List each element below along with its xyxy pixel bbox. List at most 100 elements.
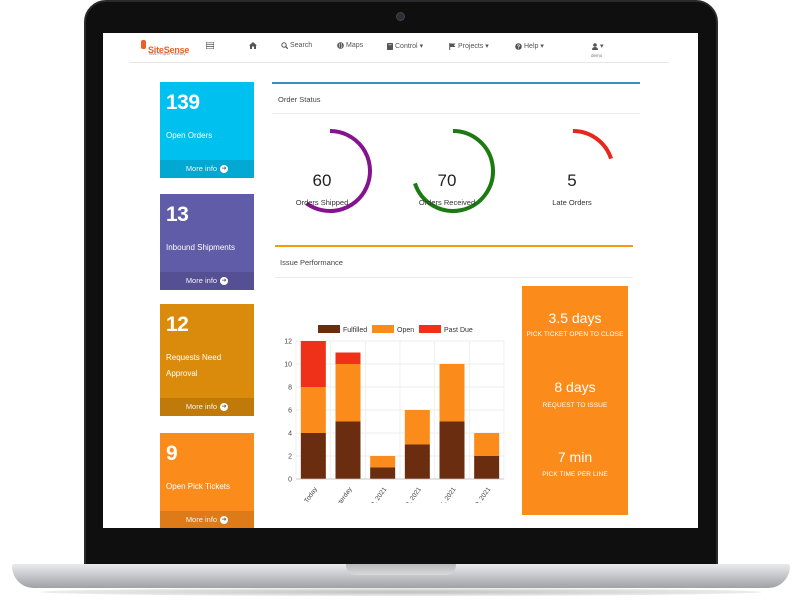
help-icon: ? [515, 42, 522, 50]
stat-label: Inbound Shipments [166, 243, 235, 252]
logo-tagline: Total Project Visibility [148, 51, 186, 56]
x-tick-label: Yesterday [331, 486, 354, 503]
nav-search[interactable]: Search [281, 42, 312, 49]
nav-search-label: Search [290, 42, 313, 49]
bar-segment [474, 456, 500, 479]
y-tick-label: 4 [288, 431, 292, 438]
search-icon [281, 42, 288, 49]
issue-performance-top-border [275, 245, 633, 247]
bar-segment [404, 444, 430, 479]
legend-swatch [372, 325, 394, 333]
svg-text:?: ? [517, 44, 520, 50]
stat-box-open-pick-tickets: 9 Open Pick Tickets More info ➜ [160, 433, 254, 528]
user-name: demo [591, 53, 603, 58]
logo[interactable]: SiteSense Total Project Visibility [141, 40, 189, 58]
bar-segment [370, 467, 396, 479]
bar-segment [370, 456, 396, 468]
stat-box-requests-need-approval: 12 Requests Need Approval More info ➜ [160, 304, 254, 416]
legend-swatch [318, 325, 340, 333]
bar-segment [335, 421, 361, 479]
x-tick-label: Today [303, 486, 319, 503]
metric-value: 3.5 days [548, 310, 602, 326]
bar-segment [300, 341, 326, 387]
nav-control[interactable]: Control ▾ [387, 42, 423, 50]
bar-segment [439, 364, 465, 422]
metric-label: REQUEST TO ISSUE [542, 402, 608, 409]
gauge-label: Orders Received [418, 198, 476, 207]
book-icon [387, 42, 393, 50]
order-status-title: Order Status [278, 95, 321, 104]
nav-help[interactable]: ? Help ▾ [515, 42, 544, 50]
issue-performance-chart: Fulfilled Open Past Due 0 2 4 6 8 10 12 Today Yeste… [284, 325, 505, 503]
more-info-link[interactable]: More info ➜ [160, 160, 254, 178]
y-tick-label: 8 [288, 385, 292, 392]
sidebar-toggle-icon[interactable] [206, 42, 214, 49]
arrow-circle-right-icon: ➜ [220, 403, 229, 412]
chart-legend: Fulfilled Open Past Due [318, 325, 473, 334]
order-status-divider [272, 113, 640, 114]
user-icon [592, 42, 598, 50]
bar-segment [474, 433, 500, 456]
arrow-circle-right-icon: ➜ [220, 277, 229, 286]
metrics-box: 3.5 days PICK TICKET OPEN TO CLOSE 8 day… [522, 286, 628, 515]
gauge-value: 60 [312, 171, 332, 190]
stat-value: 12 [166, 313, 189, 336]
top-navbar: SiteSense Total Project Visibility Searc… [129, 33, 669, 63]
order-status-top-border [272, 82, 640, 84]
nav-projects[interactable]: Projects ▾ [449, 42, 489, 50]
x-tick-label: Feb 10, 2021 [465, 486, 493, 503]
stat-value: 13 [166, 203, 189, 226]
laptop-notch [346, 564, 456, 575]
y-tick-label: 0 [288, 477, 292, 484]
globe-icon [337, 42, 344, 49]
nav-help-label: Help [524, 42, 539, 50]
metric-label: PICK TIME PER LINE [542, 471, 608, 478]
x-tick-label: Feb 13, 2021 [361, 486, 389, 503]
legend-label: Open [397, 327, 414, 334]
more-info-label: More info [185, 164, 218, 173]
metric-label: PICK TICKET OPEN TO CLOSE [526, 331, 624, 338]
stat-box-open-orders: 139 Open Orders More info ➜ [160, 82, 254, 178]
nav-home[interactable] [249, 42, 257, 49]
legend-swatch [419, 325, 441, 333]
more-info-link[interactable]: More info ➜ [160, 511, 254, 528]
stat-label: Requests Need Approval [166, 353, 222, 378]
more-info-label: More info [185, 402, 218, 411]
bar-segment [439, 421, 465, 479]
screen: SiteSense Total Project Visibility Searc… [103, 33, 698, 528]
arrow-circle-right-icon: ➜ [220, 516, 229, 525]
nav-projects-label: Projects [458, 42, 484, 50]
chevron-down-icon: ▾ [540, 43, 544, 50]
x-tick-label: Feb 11, 2021 [430, 486, 458, 503]
home-icon [249, 42, 257, 49]
stat-value: 9 [166, 442, 178, 465]
gauge-value: 70 [437, 171, 457, 190]
stat-label: Open Pick Tickets [166, 482, 231, 491]
stat-value: 139 [166, 91, 200, 114]
y-tick-label: 2 [288, 454, 292, 461]
legend-label: Fulfilled [343, 327, 367, 334]
stat-label: Open Orders [166, 131, 213, 140]
logo-mark-icon [141, 40, 146, 49]
issue-performance-divider [275, 277, 633, 278]
stat-box-inbound-shipments: 13 Inbound Shipments More info ➜ [160, 194, 254, 290]
chevron-down-icon: ▾ [485, 43, 489, 50]
gauge-label: Late Orders [552, 198, 592, 207]
bar-segment [335, 364, 361, 422]
bar-segment [300, 433, 326, 479]
nav-maps[interactable]: Maps [337, 42, 363, 49]
chevron-down-icon: ▾ [600, 43, 604, 50]
more-info-label: More info [185, 276, 218, 285]
issue-performance-title: Issue Performance [280, 258, 343, 267]
bar-segment [300, 387, 326, 433]
laptop-shadow [40, 588, 762, 596]
bar-segment [335, 352, 361, 364]
gauge-label: Orders Shipped [295, 198, 349, 207]
more-info-link[interactable]: More info ➜ [160, 398, 254, 416]
y-tick-label: 10 [284, 362, 292, 369]
more-info-link[interactable]: More info ➜ [160, 272, 254, 290]
nav-maps-label: Maps [346, 42, 364, 49]
arrow-circle-right-icon: ➜ [220, 165, 229, 174]
nav-user-menu[interactable]: ▾ [592, 42, 604, 50]
bar-segment [404, 410, 430, 445]
